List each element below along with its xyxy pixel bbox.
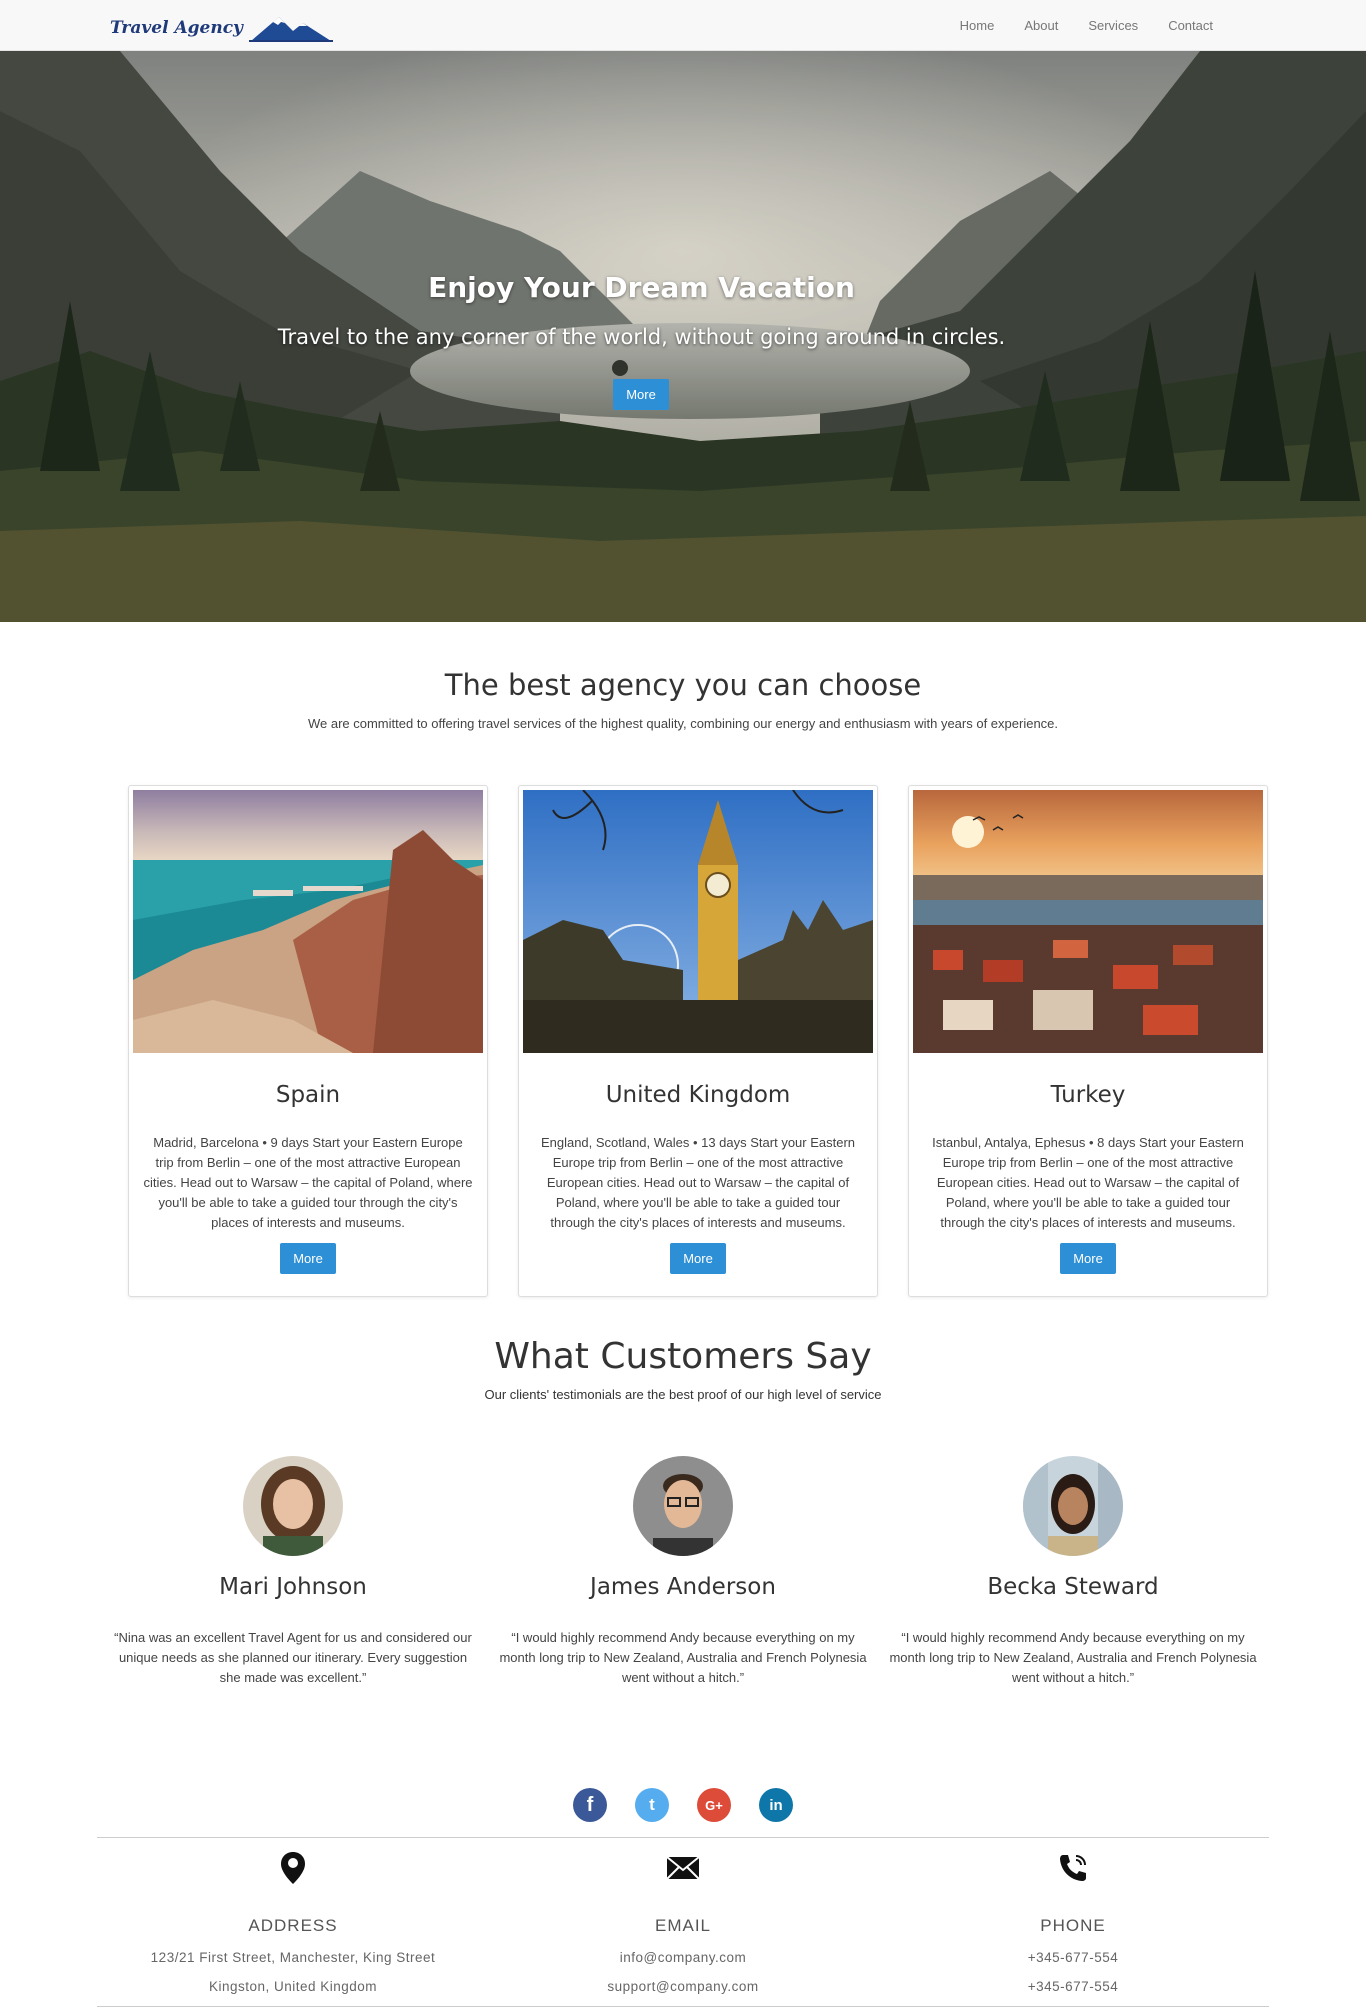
footer-line[interactable]: +345-677-554 [893,1950,1253,1965]
card-more-button[interactable]: More [670,1243,726,1274]
hero-subtitle: Travel to the any corner of the world, w… [277,325,1006,349]
nav-about[interactable]: About [1009,18,1073,33]
nav-contact[interactable]: Contact [1153,18,1228,33]
card-title: Turkey [1050,1082,1126,1108]
testimonial-quote: “I would highly recommend Andy because e… [499,1630,867,1685]
hero-title: Enjoy Your Dream Vacation [428,271,855,304]
footer-line: Kingston, United Kingdom [208,1979,378,1994]
facebook-icon[interactable]: f [573,1788,607,1822]
agency-title: The best agency you can choose [444,668,922,702]
card-title: United Kingdom [605,1082,791,1108]
phone-icon [1060,1855,1086,1881]
card-more-button[interactable]: More [1060,1243,1116,1274]
footer-divider [97,1837,1269,1838]
footer-line[interactable]: +345-677-554 [893,1979,1253,1994]
twitter-icon[interactable]: t [635,1788,669,1822]
navbar: Travel Agency Home About Services Contac… [0,0,1366,51]
card-description: Istanbul, Antalya, Ephesus • 8 days Star… [932,1135,1244,1230]
agency-subtitle: We are committed to offering travel serv… [307,716,1059,731]
footer-line[interactable]: info@company.com [503,1950,863,1965]
card-description: England, Scotland, Wales • 13 days Start… [540,1135,856,1230]
testimonial-quote: “I would highly recommend Andy because e… [889,1630,1257,1685]
nav-home[interactable]: Home [945,18,1010,33]
card-description: Madrid, Barcelona • 9 days Start your Ea… [143,1135,473,1230]
footer-heading: PHONE [1040,1916,1106,1935]
destination-card-spain: Spain Madrid, Barcelona • 9 days Start y… [128,785,488,1297]
customers-title: What Customers Say [494,1336,872,1377]
turkey-image [913,790,1263,1053]
footer-line[interactable]: support@company.com [503,1979,863,1994]
avatar [243,1456,343,1556]
footer-bottom-divider [97,2006,1269,2007]
nav-services[interactable]: Services [1073,18,1153,33]
spain-image [133,790,483,1053]
testimonial-name: Becka Steward [987,1574,1159,1600]
hero-more-button[interactable]: More [613,379,669,410]
mountain-logo-icon [248,17,333,42]
customers-subtitle: Our clients' testimonials are the best p… [484,1387,882,1402]
google-plus-icon[interactable]: G+ [697,1788,731,1822]
footer-heading: ADDRESS [248,1916,338,1935]
card-title: Spain [275,1082,341,1108]
testimonial-name: James Anderson [590,1574,776,1600]
testimonial-name: Mari Johnson [219,1574,367,1600]
card-more-button[interactable]: More [280,1243,336,1274]
footer-line: 123/21 First Street, Manchester, King St… [150,1950,436,1965]
destination-card-united-kingdom: United Kingdom England, Scotland, Wales … [518,785,878,1297]
logo[interactable]: Travel Agency [110,12,333,44]
logo-text: Travel Agency [110,18,243,38]
testimonial-quote: “Nina was an excellent Travel Agent for … [114,1630,472,1685]
nav-menu: Home About Services Contact [945,0,1228,51]
footer-heading: EMAIL [654,1916,712,1935]
footer-phone: PHONE +345-677-554 +345-677-554 [893,1848,1253,1994]
footer-email: EMAIL info@company.com support@company.c… [503,1848,863,1994]
avatar [1023,1456,1123,1556]
envelope-icon [666,1856,700,1880]
avatar [633,1456,733,1556]
footer-address: ADDRESS 123/21 First Street, Manchester,… [113,1848,473,1994]
destination-card-turkey: Turkey Istanbul, Antalya, Ephesus • 8 da… [908,785,1268,1297]
hero-banner: Enjoy Your Dream Vacation Travel to the … [0,51,1366,622]
linkedin-icon[interactable]: in [759,1788,793,1822]
united-kingdom-image [523,790,873,1053]
map-pin-icon [281,1852,305,1884]
